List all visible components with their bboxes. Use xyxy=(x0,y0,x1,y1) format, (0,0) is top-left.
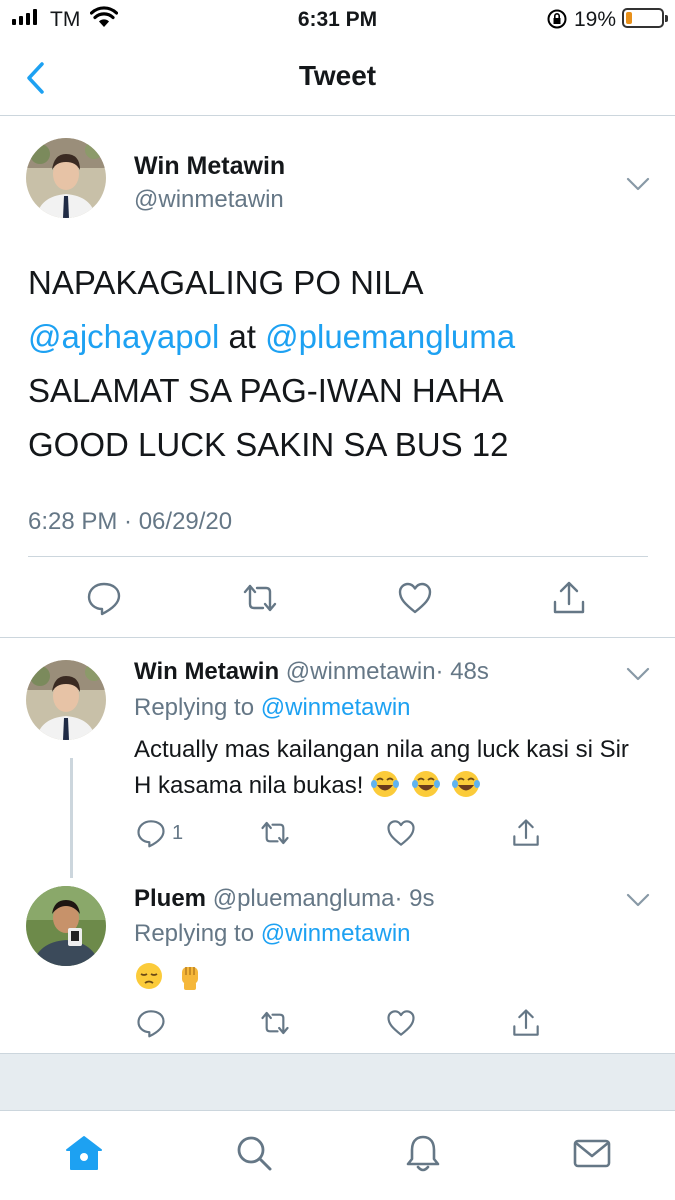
divider xyxy=(28,556,648,557)
raised-fist-emoji xyxy=(181,967,198,990)
author-name[interactable]: Win Metawin xyxy=(134,152,285,181)
replying-to: Replying to @winmetawin xyxy=(134,920,411,948)
chevron-down-icon[interactable] xyxy=(626,176,650,192)
share-icon[interactable] xyxy=(551,580,587,616)
replying-to: Replying to @winmetawin xyxy=(134,694,411,722)
reply-age: · 9s xyxy=(394,885,435,912)
like-icon[interactable] xyxy=(386,818,416,848)
reply-count: 1 xyxy=(172,822,184,844)
reply-tweet[interactable]: Pluem @pluemangluma· 9s Replying to @win… xyxy=(0,868,675,1053)
notifications-icon[interactable] xyxy=(403,1133,443,1173)
messages-icon[interactable] xyxy=(572,1133,612,1173)
battery-icon xyxy=(622,8,668,28)
reply-icon[interactable] xyxy=(136,818,166,848)
author-handle[interactable]: @pluemangluma xyxy=(213,885,395,912)
status-bar: TM 6:31 PM 19% xyxy=(0,0,675,40)
battery-fill xyxy=(626,12,632,24)
retweet-icon[interactable] xyxy=(242,580,278,616)
mention-link[interactable]: @winmetawin xyxy=(261,694,411,721)
like-icon[interactable] xyxy=(386,1008,416,1038)
tweet-connector: at xyxy=(219,318,266,355)
orientation-lock-icon xyxy=(547,9,567,29)
feed-end-spacer xyxy=(0,1053,675,1111)
face-with-tears-of-joy-emoji xyxy=(371,771,400,797)
tweet-line: SALAMAT SA PAG-IWAN HAHA xyxy=(28,372,504,409)
home-icon[interactable] xyxy=(64,1133,104,1173)
reply-age: · 48s xyxy=(435,658,489,685)
reply-tweet[interactable]: Win Metawin @winmetawin· 48s Replying to… xyxy=(0,638,675,868)
chevron-down-icon[interactable] xyxy=(626,892,650,908)
mention-link[interactable]: @pluemangluma xyxy=(265,318,515,355)
author-name[interactable]: Win Metawin xyxy=(134,658,279,685)
avatar[interactable] xyxy=(26,138,106,218)
reply-text xyxy=(134,960,644,996)
thread-connector xyxy=(70,758,73,878)
chevron-down-icon[interactable] xyxy=(626,666,650,682)
pensive-face-emoji xyxy=(136,963,162,989)
reply-header: Pluem @pluemangluma· 9s xyxy=(134,885,435,913)
mention-link[interactable]: @ajchayapol xyxy=(28,318,219,355)
reply-icon[interactable] xyxy=(86,580,122,616)
mention-link[interactable]: @winmetawin xyxy=(261,920,411,947)
tweet-line: GOOD LUCK SAKIN SA BUS 12 xyxy=(28,426,509,463)
nav-bar: Tweet xyxy=(0,40,675,116)
search-icon[interactable] xyxy=(234,1133,274,1173)
tweet-line: NAPAKAGALING PO NILA xyxy=(28,264,424,301)
replying-prefix: Replying to xyxy=(134,920,261,947)
author-handle[interactable]: @winmetawin xyxy=(286,658,436,685)
emoji-group xyxy=(370,771,485,799)
retweet-icon[interactable] xyxy=(260,818,290,848)
main-tweet: Win Metawin @winmetawin NAPAKAGALING PO … xyxy=(0,116,675,638)
avatar[interactable] xyxy=(26,660,106,740)
share-icon[interactable] xyxy=(511,1008,541,1038)
tweet-timestamp[interactable]: 6:28 PM · 06/29/20 xyxy=(28,508,232,536)
replying-prefix: Replying to xyxy=(134,694,261,721)
reply-header: Win Metawin @winmetawin· 48s xyxy=(134,658,489,686)
avatar[interactable] xyxy=(26,886,106,966)
retweet-icon[interactable] xyxy=(260,1008,290,1038)
page-title: Tweet xyxy=(298,60,377,91)
face-with-tears-of-joy-emoji xyxy=(452,771,481,797)
reply-text: Actually mas kailangan nila ang luck kas… xyxy=(134,732,644,804)
battery-percent: 19% xyxy=(574,8,617,31)
tab-bar xyxy=(0,1111,675,1200)
like-icon[interactable] xyxy=(397,580,433,616)
reply-icon[interactable] xyxy=(136,1008,166,1038)
tweet-text: NAPAKAGALING PO NILA @ajchayapol at @plu… xyxy=(28,256,638,472)
author-handle[interactable]: @winmetawin xyxy=(134,186,284,214)
author-name[interactable]: Pluem xyxy=(134,885,206,912)
share-icon[interactable] xyxy=(511,818,541,848)
face-with-tears-of-joy-emoji xyxy=(411,771,440,797)
